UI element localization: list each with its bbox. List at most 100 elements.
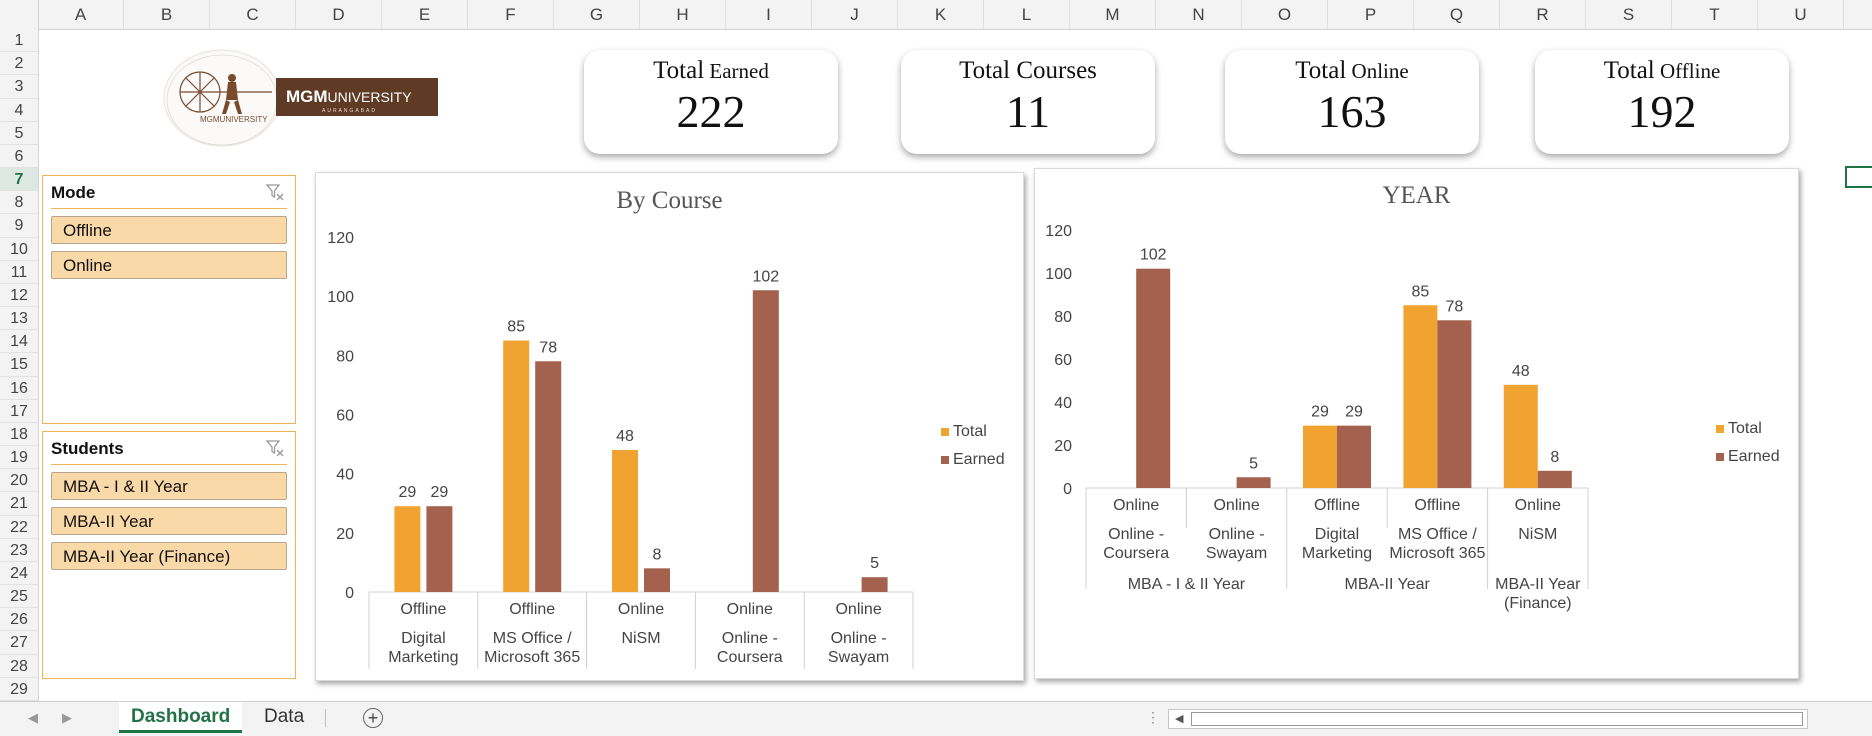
column-header-e[interactable]: E: [382, 0, 468, 29]
row-header-10[interactable]: 10: [0, 238, 38, 261]
column-header-a[interactable]: A: [38, 0, 124, 29]
column-header-k[interactable]: K: [898, 0, 984, 29]
chart-by-course[interactable]: By Course 0 20 40 60 80 100 120 29 29 Offline Digi…: [315, 172, 1024, 681]
data-label: 102: [752, 268, 779, 285]
chart-year[interactable]: YEAR 0 20 40 60 80 100 120 102 Online Online - Cou…: [1034, 168, 1799, 679]
row-header-16[interactable]: 16: [0, 377, 38, 400]
slicer-title: Students: [51, 439, 124, 458]
row-header-9[interactable]: 9: [0, 214, 38, 238]
row-header-25[interactable]: 25: [0, 585, 38, 609]
slicer-item-mba-ii[interactable]: MBA-II Year: [51, 507, 287, 535]
row-header-7[interactable]: 7: [0, 168, 38, 192]
chart-plot: 0 20 40 60 80 100 120 102 Online Online - Coursera…: [1045, 223, 1589, 612]
row-header-15[interactable]: 15: [0, 353, 38, 377]
y-tick-label: 120: [1045, 223, 1072, 240]
row-header-24[interactable]: 24: [0, 562, 38, 586]
slicer-item-mba-i-ii[interactable]: MBA - I & II Year: [51, 472, 287, 500]
select-all-corner[interactable]: [0, 0, 39, 29]
active-cell-indicator: [1845, 166, 1872, 188]
row-header-8[interactable]: 8: [0, 191, 38, 215]
row-header-19[interactable]: 19: [0, 446, 38, 470]
row-header-27[interactable]: 27: [0, 631, 38, 655]
slicer-item-online[interactable]: Online: [51, 251, 287, 279]
split-handle-icon[interactable]: ⋮: [1146, 709, 1160, 726]
column-header-n[interactable]: N: [1156, 0, 1242, 29]
column-header-u[interactable]: U: [1758, 0, 1844, 29]
row-header-1[interactable]: 1: [0, 29, 38, 53]
chart-legend: Total Earned: [1716, 415, 1780, 471]
scroll-left-icon[interactable]: ◀: [1175, 712, 1183, 725]
x-tick-label-mode: Offline: [509, 601, 555, 618]
column-header-r[interactable]: R: [1500, 0, 1586, 29]
bar-total: [612, 450, 638, 592]
column-header-o[interactable]: O: [1242, 0, 1328, 29]
column-header-h[interactable]: H: [640, 0, 726, 29]
row-header-5[interactable]: 5: [0, 122, 38, 145]
kpi-total-courses: Total Courses 11: [901, 50, 1155, 154]
column-header-q[interactable]: Q: [1414, 0, 1500, 29]
row-header-23[interactable]: 23: [0, 539, 38, 562]
horizontal-scrollbar[interactable]: ◀: [1168, 709, 1808, 729]
x-group-label: MBA-II Year: [1345, 576, 1431, 593]
row-header-6[interactable]: 6: [0, 145, 38, 169]
row-header-11[interactable]: 11: [0, 261, 38, 284]
legend-swatch-total: [1716, 424, 1724, 433]
legend-swatch-earned: [1716, 452, 1724, 461]
x-tick-label-mode: Online: [1515, 497, 1561, 514]
legend-item-earned: Earned: [941, 446, 1005, 474]
slicer-students: Students MBA - I & II Year MBA-II Year M…: [42, 431, 296, 679]
column-header-m[interactable]: M: [1070, 0, 1156, 29]
clear-filter-icon[interactable]: [265, 438, 285, 458]
column-header-g[interactable]: G: [554, 0, 640, 29]
row-header-29[interactable]: 29: [0, 678, 38, 701]
row-header-14[interactable]: 14: [0, 330, 38, 354]
row-header-26[interactable]: 26: [0, 608, 38, 632]
row-header-20[interactable]: 20: [0, 469, 38, 493]
column-header-b[interactable]: B: [124, 0, 210, 29]
data-label: 29: [1345, 404, 1363, 421]
scrollbar-thumb[interactable]: [1191, 712, 1803, 726]
row-header-21[interactable]: 21: [0, 492, 38, 516]
column-header-l[interactable]: L: [984, 0, 1070, 29]
y-tick-label: 60: [336, 408, 354, 425]
column-header-d[interactable]: D: [296, 0, 382, 29]
row-header-22[interactable]: 22: [0, 516, 38, 539]
tab-data[interactable]: Data: [252, 702, 316, 733]
row-header-28[interactable]: 28: [0, 655, 38, 678]
column-header-j[interactable]: J: [812, 0, 898, 29]
tab-dashboard[interactable]: Dashboard: [119, 702, 243, 733]
clear-filter-icon[interactable]: [265, 182, 285, 202]
x-tick-label-course: Online -: [1209, 526, 1265, 543]
slicer-item-mba-ii-finance[interactable]: MBA-II Year (Finance): [51, 542, 287, 570]
kpi-title-rest: Earned: [704, 59, 769, 83]
slicer-item-offline[interactable]: Offline: [51, 216, 287, 244]
x-group-label: (Finance): [1504, 595, 1572, 612]
row-header-4[interactable]: 4: [0, 99, 38, 122]
row-header-bar: 1 2 3 4 5 6 7 8 9 10 11 12 13 14 15 16 17 18 19 20 21 22 23 24 2…: [0, 29, 39, 701]
x-tick-label-course: Microsoft 365: [484, 649, 580, 666]
column-header-i[interactable]: I: [726, 0, 812, 29]
column-header-s[interactable]: S: [1586, 0, 1672, 29]
row-header-12[interactable]: 12: [0, 284, 38, 308]
y-tick-label: 0: [1063, 481, 1072, 498]
row-header-3[interactable]: 3: [0, 75, 38, 99]
row-header-13[interactable]: 13: [0, 307, 38, 331]
row-header-18[interactable]: 18: [0, 423, 38, 447]
column-header-p[interactable]: P: [1328, 0, 1414, 29]
column-header-f[interactable]: F: [468, 0, 554, 29]
bar-earned: [1437, 320, 1472, 488]
tab-scroll-left-icon[interactable]: ◀: [28, 710, 38, 726]
column-header-c[interactable]: C: [210, 0, 296, 29]
logo-brand-bold: MGM: [286, 87, 328, 106]
logo-city: AURANGABAD: [322, 108, 377, 114]
column-header-t[interactable]: T: [1672, 0, 1758, 29]
bar-earned: [861, 577, 888, 592]
x-tick-label-course: Microsoft 365: [1389, 545, 1485, 562]
add-sheet-button[interactable]: +: [363, 708, 383, 728]
row-header-2[interactable]: 2: [0, 52, 38, 76]
row-header-17[interactable]: 17: [0, 400, 38, 423]
tab-separator: [325, 709, 326, 727]
x-tick-label-mode: Offline: [1314, 497, 1360, 514]
legend-item-total: Total: [941, 418, 1005, 446]
tab-scroll-right-icon[interactable]: ▶: [62, 710, 72, 726]
